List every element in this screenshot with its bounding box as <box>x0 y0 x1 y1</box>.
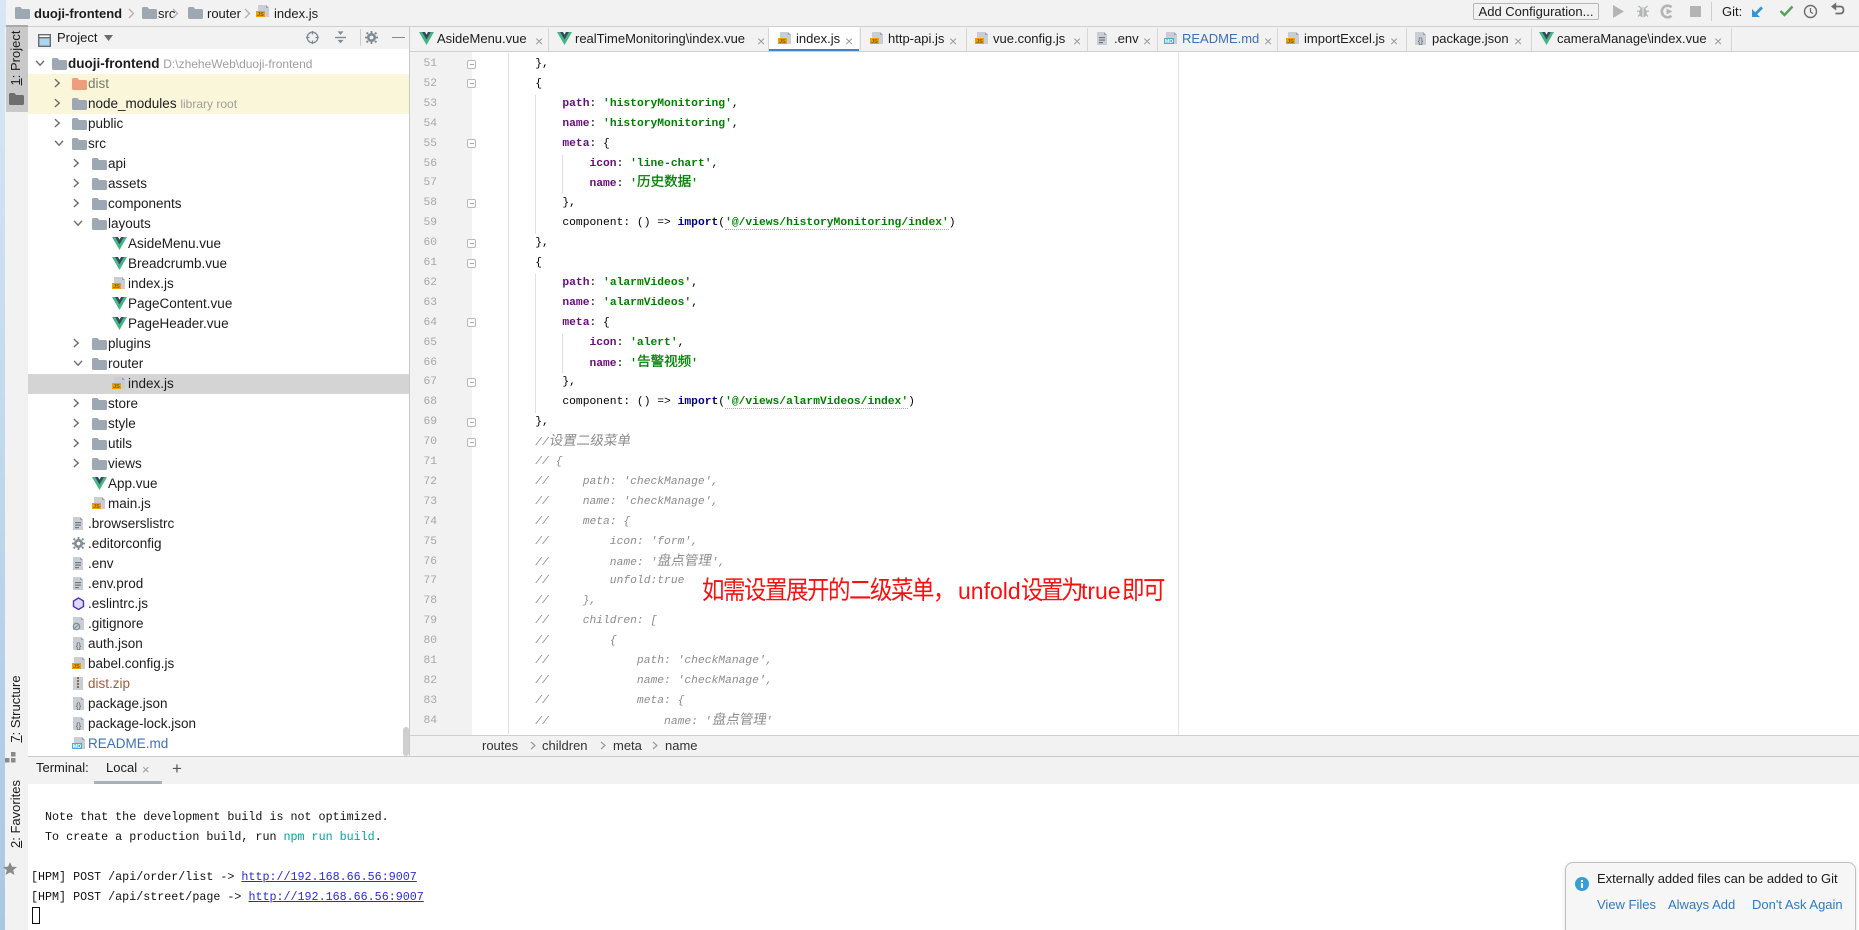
svg-text:JS: JS <box>1287 39 1294 45</box>
svg-text:JS: JS <box>976 39 983 45</box>
svg-text:{}: {} <box>1418 37 1424 46</box>
svg-text:JS: JS <box>113 384 120 390</box>
svg-text:{}: {} <box>76 722 82 731</box>
svg-text:JS: JS <box>257 12 264 18</box>
svg-text:JS: JS <box>113 284 120 290</box>
svg-text:JS: JS <box>779 39 786 45</box>
svg-text:MD: MD <box>1165 39 1174 45</box>
svg-text:{}: {} <box>76 702 82 711</box>
svg-text:JS: JS <box>871 39 878 45</box>
svg-text:true: true <box>1081 578 1121 604</box>
svg-text:MD: MD <box>73 744 82 750</box>
svg-text:JS: JS <box>93 504 100 510</box>
svg-text:JS: JS <box>73 664 80 670</box>
svg-text:unfold: unfold <box>958 578 1021 604</box>
svg-text:{}: {} <box>76 642 82 651</box>
